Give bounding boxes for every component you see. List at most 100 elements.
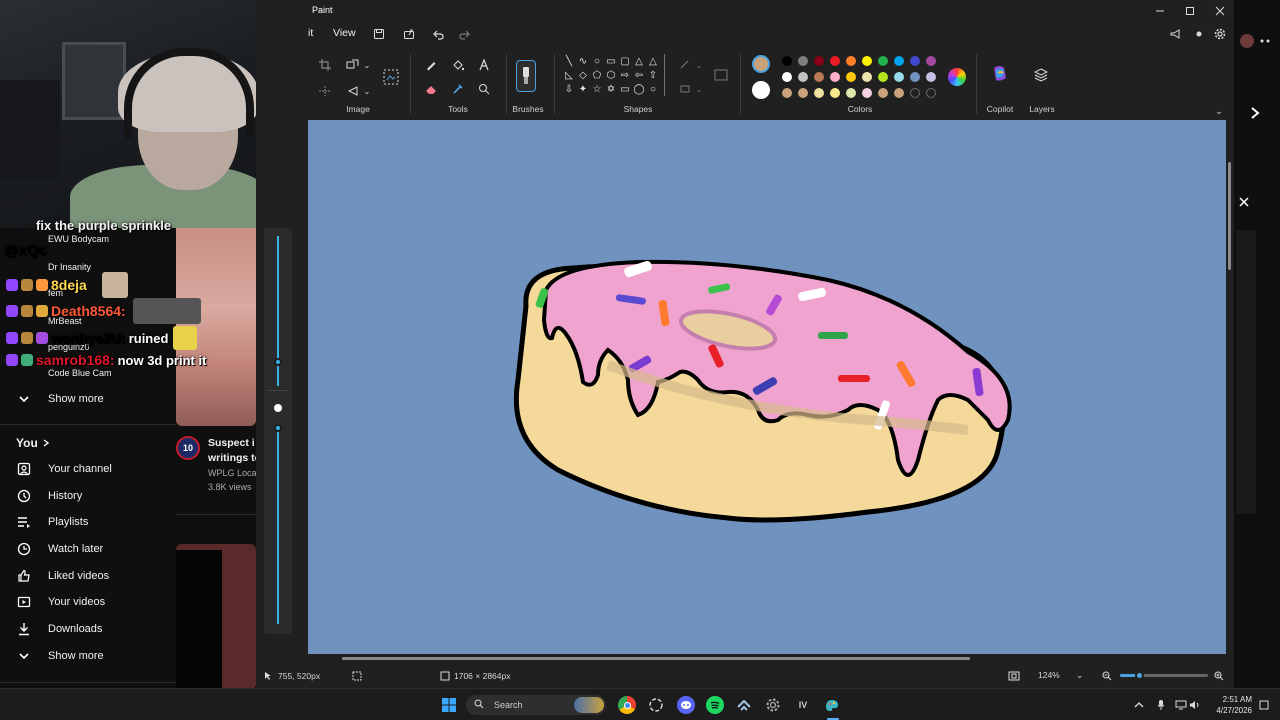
zoom-out-icon[interactable]	[1102, 671, 1112, 683]
primary-color-swatch[interactable]	[752, 55, 770, 73]
roman-iv-app-icon[interactable]: IV	[794, 696, 812, 714]
copilot-icon[interactable]	[990, 64, 1010, 84]
six-point-star-icon[interactable]: ✡	[604, 82, 618, 96]
eraser-icon[interactable]	[422, 80, 440, 98]
diamond-shape-icon[interactable]: ◇	[576, 68, 590, 82]
chevron-right-icon[interactable]	[1248, 106, 1262, 120]
spotify-icon[interactable]	[706, 696, 724, 714]
color-swatch[interactable]	[782, 56, 792, 66]
color-swatch[interactable]	[862, 72, 872, 82]
color-swatch[interactable]	[830, 72, 840, 82]
color-swatch[interactable]	[862, 88, 872, 98]
maximize-button[interactable]	[1182, 3, 1198, 19]
save-icon[interactable]	[371, 26, 387, 42]
color-swatch[interactable]	[846, 88, 856, 98]
sidebar-item-playlists[interactable]: Playlists	[0, 509, 176, 535]
color-swatch[interactable]	[910, 88, 920, 98]
color-swatch[interactable]	[926, 56, 936, 66]
network-icon[interactable]	[1175, 699, 1187, 711]
menu-view[interactable]: View	[333, 27, 356, 39]
paint-app-icon[interactable]	[823, 696, 841, 714]
magnifier-icon[interactable]	[475, 80, 493, 98]
line-shape-icon[interactable]: ╲	[562, 54, 576, 68]
close-button[interactable]	[1212, 3, 1228, 19]
polygon-shape-icon[interactable]: △	[632, 54, 646, 68]
announcement-icon[interactable]	[1167, 26, 1183, 42]
tray-chevron-up-icon[interactable]	[1133, 699, 1145, 711]
callout-oval-icon[interactable]: ◯	[632, 82, 646, 96]
more-icon[interactable]	[1258, 34, 1272, 48]
select-all-icon[interactable]	[316, 82, 334, 100]
color-swatch[interactable]	[830, 56, 840, 66]
color-swatch[interactable]	[878, 56, 888, 66]
star-shape-icon[interactable]: ☆	[590, 82, 604, 96]
horizontal-scroll-thumb[interactable]	[342, 657, 970, 660]
secondary-color-swatch[interactable]	[752, 81, 770, 99]
fit-to-window-icon[interactable]	[1008, 671, 1020, 683]
taskbar-search-box[interactable]: Search	[466, 695, 606, 715]
fill-bucket-icon[interactable]	[449, 56, 467, 74]
discord-icon[interactable]	[677, 696, 695, 714]
opacity-slider-handle[interactable]	[274, 424, 282, 432]
color-swatch[interactable]	[894, 72, 904, 82]
text-tool-icon[interactable]	[475, 56, 493, 74]
ribbon-collapse-chevron-icon[interactable]: ⌄	[1210, 102, 1228, 120]
subscriptions-show-more[interactable]: Show more	[0, 386, 176, 412]
callout-rect-icon[interactable]: ▭	[618, 82, 632, 96]
arrow-right-shape-icon[interactable]: ⇨	[618, 68, 632, 82]
color-swatch[interactable]	[798, 56, 808, 66]
steam-icon[interactable]	[735, 696, 753, 714]
sidebar-item-your-videos[interactable]: Your videos	[0, 589, 176, 615]
color-swatch[interactable]	[926, 72, 936, 82]
settings-icon[interactable]	[1212, 26, 1228, 42]
color-swatch[interactable]	[846, 56, 856, 66]
oval-shape-icon[interactable]: ○	[590, 54, 604, 68]
hexagon-shape-icon[interactable]: ⬡	[604, 68, 618, 82]
shapes-scrollbar[interactable]	[664, 54, 665, 96]
chevron-down-icon[interactable]: ⌄	[358, 56, 376, 74]
arrow-up-shape-icon[interactable]: ⇧	[646, 68, 660, 82]
taskbar-clock[interactable]: 2:51 AM 4/27/2026	[1206, 694, 1252, 716]
zoom-slider-handle[interactable]	[1135, 671, 1145, 680]
account-icon[interactable]	[1191, 26, 1207, 42]
vertical-scrollbar[interactable]	[1226, 120, 1234, 654]
settings-gear-icon[interactable]	[764, 696, 782, 714]
color-picker-icon[interactable]	[449, 80, 467, 98]
four-point-star-icon[interactable]: ✦	[576, 82, 590, 96]
color-swatch[interactable]	[782, 72, 792, 82]
vertical-scroll-thumb[interactable]	[1228, 162, 1231, 270]
zoom-slider[interactable]	[1120, 671, 1208, 680]
chatgpt-icon[interactable]	[647, 696, 665, 714]
sidebar-item-downloads[interactable]: Downloads	[0, 616, 176, 642]
notifications-icon[interactable]	[1258, 699, 1270, 711]
avatar[interactable]	[1238, 32, 1256, 50]
video-channel[interactable]: WPLG Loca	[208, 468, 256, 478]
color-swatch[interactable]	[798, 88, 808, 98]
sidebar-item-show-more[interactable]: Show more	[0, 643, 176, 669]
color-swatch[interactable]	[814, 72, 824, 82]
color-swatch[interactable]	[878, 72, 888, 82]
color-swatch[interactable]	[894, 88, 904, 98]
sidebar-item-history[interactable]: History	[0, 483, 176, 509]
pencil-icon[interactable]	[422, 56, 440, 74]
triangle-shape-icon[interactable]: △	[646, 54, 660, 68]
color-swatch[interactable]	[814, 88, 824, 98]
volume-icon[interactable]	[1189, 699, 1201, 711]
video-title[interactable]: Suspect i writings to	[208, 436, 256, 466]
right-triangle-shape-icon[interactable]: ◺	[562, 68, 576, 82]
color-swatch[interactable]	[878, 88, 888, 98]
color-swatch[interactable]	[894, 56, 904, 66]
pentagon-shape-icon[interactable]: ⬠	[590, 68, 604, 82]
sidebar-item-watch-later[interactable]: Watch later	[0, 536, 176, 562]
chevron-down-icon[interactable]: ⌄	[358, 82, 376, 100]
redo-icon[interactable]	[457, 26, 473, 42]
chevron-down-icon[interactable]: ⌄	[690, 56, 708, 74]
color-swatch[interactable]	[846, 72, 856, 82]
title-bar[interactable]: Paint	[308, 0, 1234, 22]
rectangle-shape-icon[interactable]: ▭	[604, 54, 618, 68]
color-swatch[interactable]	[910, 72, 920, 82]
layers-icon[interactable]	[1032, 66, 1050, 84]
horizontal-scrollbar[interactable]	[256, 654, 1234, 662]
color-swatch[interactable]	[862, 56, 872, 66]
callout-cloud-icon[interactable]: ○	[646, 82, 660, 96]
